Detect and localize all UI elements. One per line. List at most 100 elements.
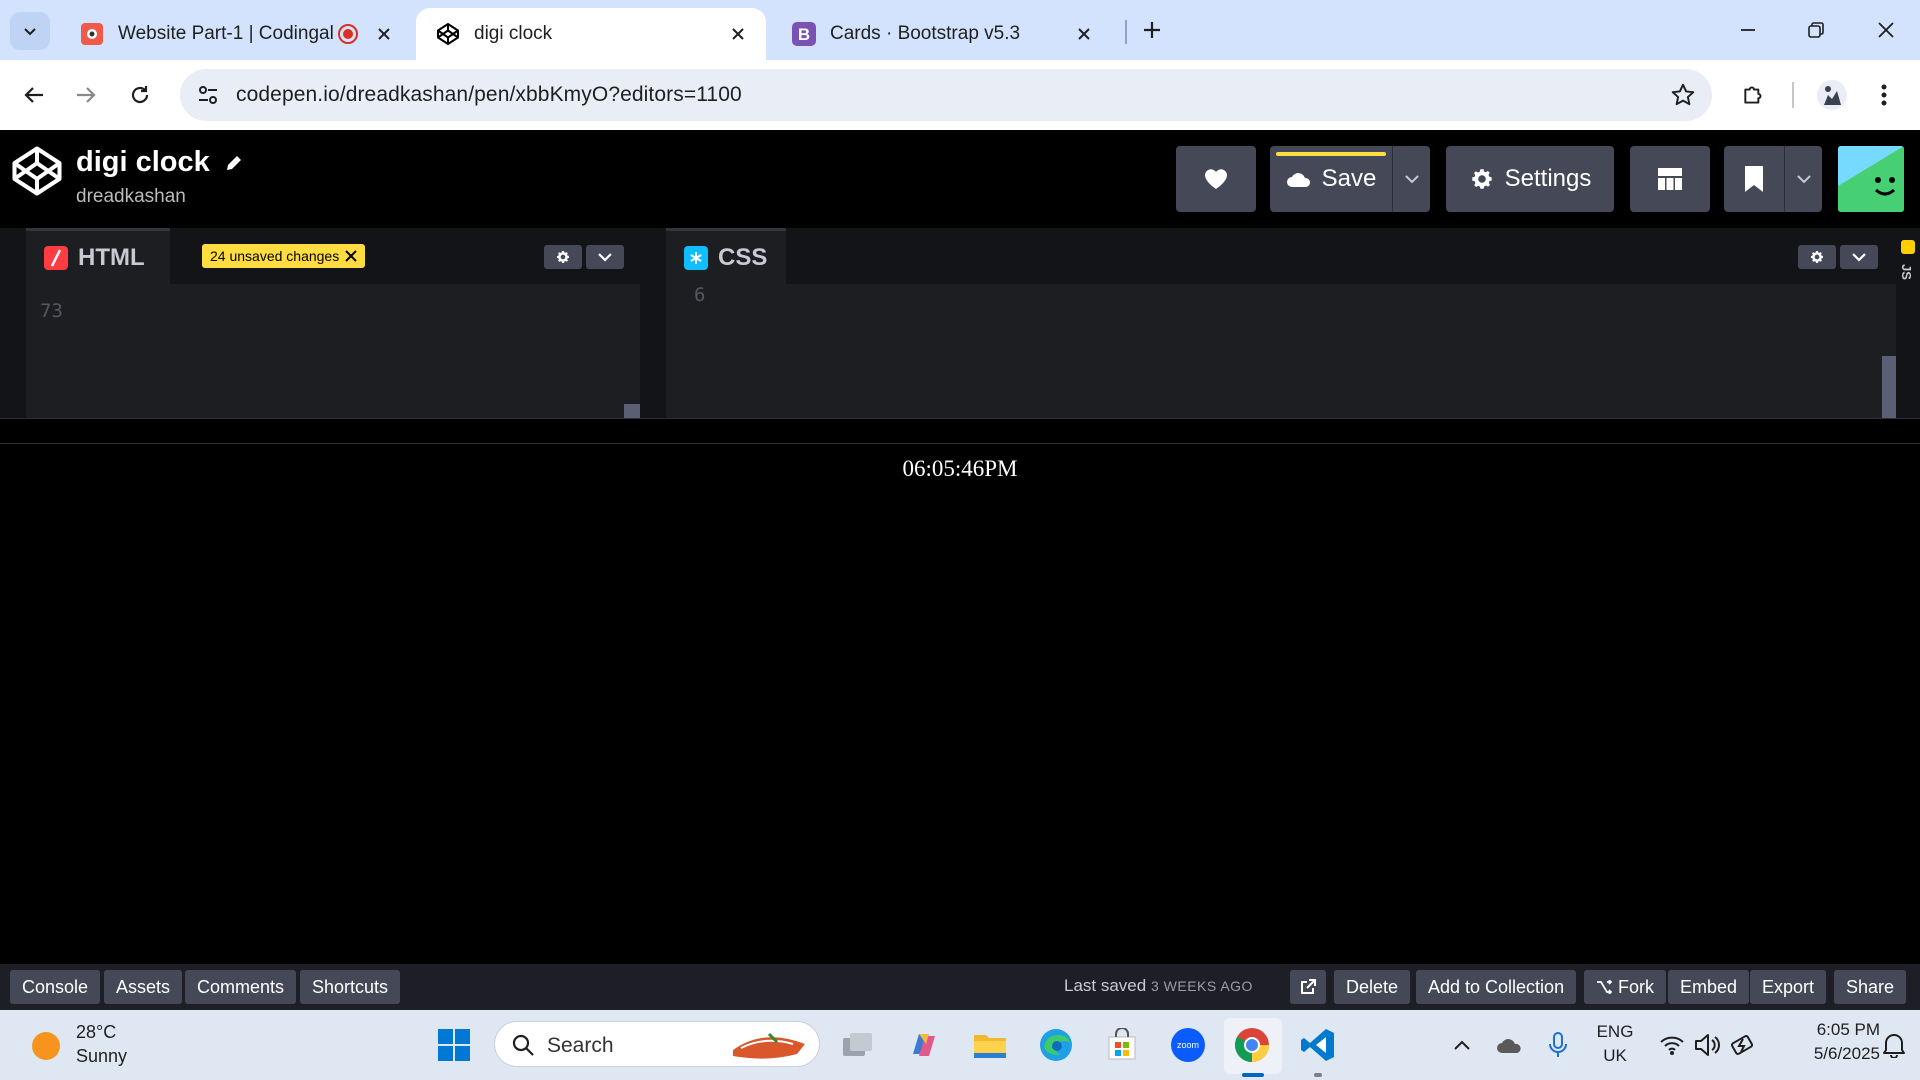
console-button[interactable]: Console bbox=[10, 970, 101, 1004]
css-editor[interactable]: CSS 6 bbox=[666, 228, 1896, 418]
wifi-icon bbox=[1660, 1036, 1684, 1055]
pen-title[interactable]: digi clock bbox=[76, 146, 244, 179]
chevron-down-icon bbox=[598, 253, 612, 262]
save-dropdown-button[interactable] bbox=[1392, 146, 1430, 212]
preview-resizer[interactable] bbox=[0, 418, 1920, 444]
chevron-down-icon bbox=[24, 28, 36, 36]
delete-button[interactable]: Delete bbox=[1334, 970, 1411, 1004]
edge-button[interactable] bbox=[1034, 1023, 1078, 1067]
zoom-button[interactable]: zoom bbox=[1166, 1023, 1210, 1067]
html-label: HTML bbox=[78, 243, 145, 271]
close-tab-icon[interactable] bbox=[726, 22, 750, 46]
bookmark-star-icon[interactable] bbox=[1670, 82, 1696, 108]
pencil-icon[interactable] bbox=[224, 153, 244, 173]
save-button[interactable]: Save bbox=[1270, 146, 1392, 212]
back-button[interactable] bbox=[14, 75, 54, 115]
js-editor-collapsed[interactable]: JS bbox=[1896, 228, 1920, 418]
taskbar-search[interactable]: Search bbox=[494, 1021, 820, 1067]
close-icon[interactable] bbox=[345, 250, 357, 262]
notifications-button[interactable] bbox=[1872, 1023, 1916, 1067]
user-avatar[interactable] bbox=[1838, 146, 1904, 212]
puzzle-icon bbox=[1744, 86, 1762, 104]
bookmark-dropdown-button[interactable] bbox=[1784, 146, 1822, 212]
chrome-button[interactable] bbox=[1230, 1023, 1274, 1067]
settings-button[interactable]: Settings bbox=[1446, 146, 1614, 212]
bookmark-button[interactable] bbox=[1724, 146, 1784, 212]
change-view-button[interactable] bbox=[1630, 146, 1710, 212]
export-button[interactable]: Export bbox=[1750, 970, 1827, 1004]
browser-toolbar: codepen.io/dreadkashan/pen/xbbKmyO?edito… bbox=[0, 60, 1920, 130]
recording-icon bbox=[336, 22, 360, 46]
forward-button[interactable] bbox=[66, 75, 106, 115]
fork-button[interactable]: Fork bbox=[1584, 970, 1666, 1004]
onedrive-button[interactable] bbox=[1488, 1023, 1532, 1067]
codepen-logo-icon[interactable] bbox=[10, 144, 64, 198]
editor-scrollbar[interactable] bbox=[1882, 356, 1896, 418]
gear-icon bbox=[1471, 169, 1492, 189]
task-view-button[interactable] bbox=[836, 1023, 880, 1067]
close-icon bbox=[1878, 22, 1894, 38]
new-tab-button[interactable] bbox=[1128, 10, 1176, 50]
close-tab-icon[interactable] bbox=[372, 22, 396, 46]
reload-button[interactable] bbox=[120, 75, 160, 115]
copilot-button[interactable] bbox=[902, 1023, 946, 1067]
svg-text:zoom: zoom bbox=[1177, 1040, 1199, 1050]
html-editor-header: HTML 24 unsaved changes bbox=[26, 228, 640, 284]
html-lang-icon bbox=[44, 245, 68, 270]
unsaved-changes-badge[interactable]: 24 unsaved changes bbox=[202, 244, 366, 268]
show-hidden-icons-button[interactable] bbox=[1440, 1023, 1484, 1067]
close-window-button[interactable] bbox=[1862, 10, 1910, 50]
html-editor-settings-button[interactable] bbox=[544, 245, 582, 269]
css-lang-icon bbox=[684, 245, 708, 270]
weather-widget[interactable]: 28°C Sunny bbox=[0, 1010, 180, 1080]
last-saved-status: Last saved 3 WEEKS AGO bbox=[1064, 976, 1253, 996]
html-editor-collapse-button[interactable] bbox=[586, 245, 624, 269]
browser-tab-codingal[interactable]: Website Part-1 | Codingal bbox=[60, 8, 412, 60]
url-text[interactable]: codepen.io/dreadkashan/pen/xbbKmyO?edito… bbox=[236, 83, 742, 107]
editor-divider[interactable] bbox=[640, 228, 666, 418]
weather-temperature: 28°C bbox=[76, 1022, 117, 1042]
add-to-collection-button[interactable]: Add to Collection bbox=[1416, 970, 1577, 1004]
battery-button[interactable] bbox=[1722, 1023, 1766, 1067]
digital-clock-text: 06:05:46PM bbox=[902, 456, 1018, 481]
minimize-button[interactable] bbox=[1724, 10, 1772, 50]
browser-tab-bootstrap[interactable]: B Cards · Bootstrap v5.3 bbox=[772, 8, 1112, 60]
browser-tab-digi-clock[interactable]: digi clock bbox=[416, 8, 766, 60]
tab-search-button[interactable] bbox=[10, 12, 50, 50]
site-info-icon[interactable] bbox=[196, 83, 220, 107]
html-editor[interactable]: HTML 24 unsaved changes 73 bbox=[26, 228, 640, 418]
profile-avatar[interactable] bbox=[1812, 75, 1852, 115]
embed-button[interactable]: Embed bbox=[1668, 970, 1750, 1004]
vscode-button[interactable] bbox=[1296, 1023, 1340, 1067]
share-button[interactable]: Share bbox=[1834, 970, 1907, 1004]
css-editor-tab[interactable]: CSS bbox=[666, 228, 786, 284]
microphone-button[interactable] bbox=[1536, 1023, 1580, 1067]
assets-button[interactable]: Assets bbox=[104, 970, 183, 1004]
address-bar[interactable]: codepen.io/dreadkashan/pen/xbbKmyO?edito… bbox=[180, 69, 1712, 121]
css-editor-settings-button[interactable] bbox=[1798, 245, 1836, 269]
extensions-button[interactable] bbox=[1734, 75, 1774, 115]
chevron-down-icon bbox=[1796, 175, 1811, 184]
comments-button[interactable]: Comments bbox=[185, 970, 297, 1004]
tab-title: Cards · Bootstrap v5.3 bbox=[830, 23, 1021, 44]
open-external-button[interactable] bbox=[1290, 970, 1326, 1004]
shortcuts-button[interactable]: Shortcuts bbox=[300, 970, 401, 1004]
language-indicator[interactable]: ENG UK bbox=[1590, 1022, 1640, 1070]
restore-button[interactable] bbox=[1792, 10, 1840, 50]
close-tab-icon[interactable] bbox=[1072, 22, 1096, 46]
microsoft-store-button[interactable] bbox=[1100, 1023, 1144, 1067]
language-line-2: UK bbox=[1603, 1046, 1627, 1065]
heart-icon bbox=[1205, 169, 1227, 189]
file-explorer-button[interactable] bbox=[968, 1023, 1012, 1067]
pen-author[interactable]: dreadkashan bbox=[76, 186, 186, 208]
css-editor-collapse-button[interactable] bbox=[1840, 245, 1878, 269]
browser-menu-button[interactable] bbox=[1864, 75, 1904, 115]
html-editor-tab[interactable]: HTML bbox=[26, 228, 170, 284]
clock-date: 5/6/2025 bbox=[1813, 1044, 1880, 1063]
avatar-icon bbox=[1817, 80, 1847, 110]
codepen-footer: Console Assets Comments Shortcuts Last s… bbox=[0, 964, 1920, 1010]
start-button[interactable] bbox=[432, 1023, 476, 1067]
editor-resize-handle[interactable] bbox=[624, 404, 640, 418]
system-clock[interactable]: 6:05 PM 5/6/2025 bbox=[1770, 1020, 1880, 1072]
like-button[interactable] bbox=[1176, 146, 1256, 212]
